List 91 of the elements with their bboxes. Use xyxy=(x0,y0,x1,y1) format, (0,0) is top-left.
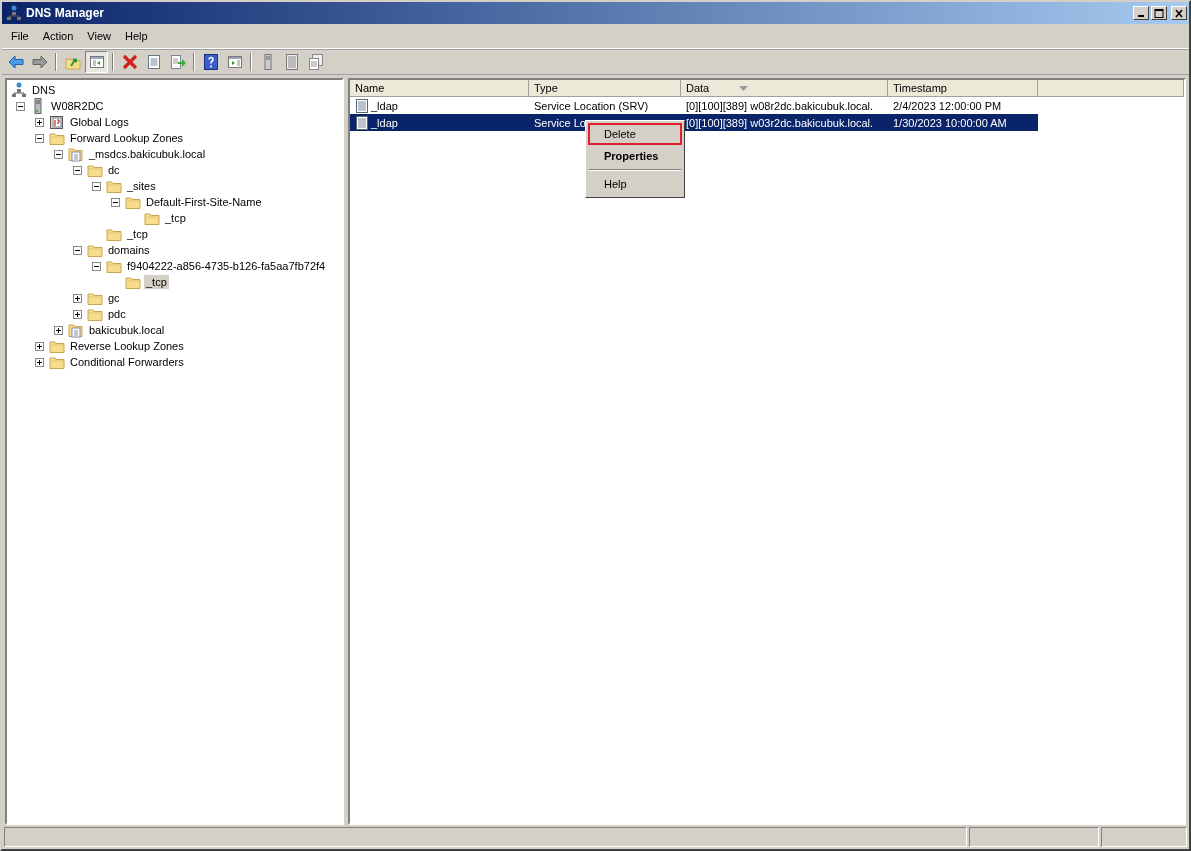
record-timestamp: 1/30/2023 10:00:00 AM xyxy=(893,116,1007,129)
folder-icon xyxy=(87,242,103,258)
tree-item[interactable]: dc xyxy=(106,163,122,177)
tree-item[interactable]: W08R2DC xyxy=(49,99,106,113)
export-icon xyxy=(169,54,186,70)
collapse-icon[interactable] xyxy=(73,245,82,255)
collapse-icon[interactable] xyxy=(111,197,120,207)
folder-icon xyxy=(49,354,65,370)
network-icon xyxy=(11,82,27,98)
close-button[interactable] xyxy=(1171,6,1187,20)
menu-item[interactable]: Help xyxy=(117,28,155,46)
expand-icon[interactable] xyxy=(35,341,44,351)
tree-item[interactable]: pdc xyxy=(106,307,128,321)
expand-icon[interactable] xyxy=(73,293,82,303)
forward-arrow-icon xyxy=(31,54,48,70)
toolbar-button[interactable] xyxy=(85,51,108,73)
expand-icon[interactable] xyxy=(35,117,44,127)
tree-item[interactable]: Forward Lookup Zones xyxy=(68,131,186,145)
column-header[interactable]: Type xyxy=(529,80,681,97)
table-row[interactable]: _ldap Service Location (SRV) [0][100][389] w08r2dc.bakicubuk.local. 2/4/2023 12:00:00 PM xyxy=(350,97,1038,114)
table-row[interactable]: _ldap Service Lo [0][100][389] w03r2dc.bakicubuk.local. 1/30/2023 10:00:00 AM xyxy=(350,114,1038,131)
back-arrow-icon xyxy=(7,54,24,70)
tree-item[interactable]: gc xyxy=(106,291,122,305)
folder-icon xyxy=(125,274,141,290)
zone-icon xyxy=(68,322,84,338)
record-icon xyxy=(355,114,369,131)
zone-icon xyxy=(68,146,84,162)
folder-icon xyxy=(87,162,103,178)
collapse-icon[interactable] xyxy=(54,149,63,159)
minimize-button[interactable] xyxy=(1133,6,1149,20)
column-header[interactable]: Data xyxy=(681,80,888,97)
delete-icon xyxy=(121,54,138,70)
record-data: [0][100][389] w03r2dc.bakicubuk.local. xyxy=(686,116,874,129)
menu-item[interactable]: Help xyxy=(588,173,682,195)
tree-item[interactable]: f9404222-a856-4735-b126-fa5aa7fb72f4 xyxy=(125,259,328,273)
tree-item[interactable]: bakicubuk.local xyxy=(87,323,167,337)
tree-item[interactable]: _tcp xyxy=(144,275,169,289)
collapse-icon[interactable] xyxy=(16,101,25,111)
folder-icon xyxy=(106,258,122,274)
show-tree-icon xyxy=(88,54,105,70)
folder-icon xyxy=(87,306,103,322)
tree-item[interactable]: Conditional Forwarders xyxy=(68,355,186,369)
expand-icon[interactable] xyxy=(54,325,63,335)
column-header[interactable]: Timestamp xyxy=(888,80,1038,97)
folder-icon xyxy=(49,130,65,146)
folder-icon xyxy=(49,338,65,354)
menu-item[interactable]: Delete xyxy=(588,123,682,145)
minimize-icon xyxy=(1138,15,1144,17)
copy-icon xyxy=(307,54,324,70)
folder-icon xyxy=(106,226,122,242)
collapse-icon[interactable] xyxy=(92,261,101,271)
log-icon xyxy=(49,114,65,130)
menu-item[interactable]: File xyxy=(4,28,36,46)
expand-icon[interactable] xyxy=(35,357,44,367)
maximize-icon xyxy=(1153,8,1165,18)
tree-item[interactable]: _tcp xyxy=(125,227,150,241)
window-title: DNS Manager xyxy=(26,6,106,20)
record-icon xyxy=(355,97,369,114)
folder-icon xyxy=(144,210,160,226)
column-header[interactable]: Name xyxy=(350,80,529,97)
record-name: _ldap xyxy=(371,116,398,129)
folder-icon xyxy=(125,194,141,210)
help-icon xyxy=(202,54,219,70)
app-icon xyxy=(6,5,22,21)
folder-icon xyxy=(87,290,103,306)
tree-item[interactable]: Reverse Lookup Zones xyxy=(68,339,186,353)
properties-icon xyxy=(145,54,162,70)
record-data: [0][100][389] w08r2dc.bakicubuk.local. xyxy=(686,99,874,112)
collapse-icon[interactable] xyxy=(73,165,82,175)
collapse-icon[interactable] xyxy=(35,133,44,143)
maximize-button[interactable] xyxy=(1151,6,1167,20)
record-timestamp: 2/4/2023 12:00:00 PM xyxy=(893,99,1002,112)
tree-item[interactable]: DNS xyxy=(30,83,58,97)
menu-item[interactable]: Properties xyxy=(588,145,682,167)
menu-item[interactable]: View xyxy=(80,28,118,46)
folder-icon xyxy=(106,178,122,194)
record-type: Service Location (SRV) xyxy=(534,99,649,112)
menu-item[interactable]: Action xyxy=(35,28,81,46)
record-type: Service Lo xyxy=(534,116,586,129)
expand-icon[interactable] xyxy=(73,309,82,319)
tree-item[interactable]: _msdcs.bakicubuk.local xyxy=(87,147,208,161)
tree-item[interactable]: Global Logs xyxy=(68,115,131,129)
collapse-icon[interactable] xyxy=(92,181,101,191)
panel-view-icon xyxy=(226,54,243,70)
tree-item[interactable]: Default-First-Site-Name xyxy=(144,195,264,209)
record-name: _ldap xyxy=(371,99,398,112)
tree-item[interactable]: _tcp xyxy=(163,211,188,225)
close-icon xyxy=(1173,8,1185,18)
list-icon xyxy=(283,54,300,70)
tree-item[interactable]: domains xyxy=(106,243,152,257)
tree-item[interactable]: _sites xyxy=(125,179,158,193)
